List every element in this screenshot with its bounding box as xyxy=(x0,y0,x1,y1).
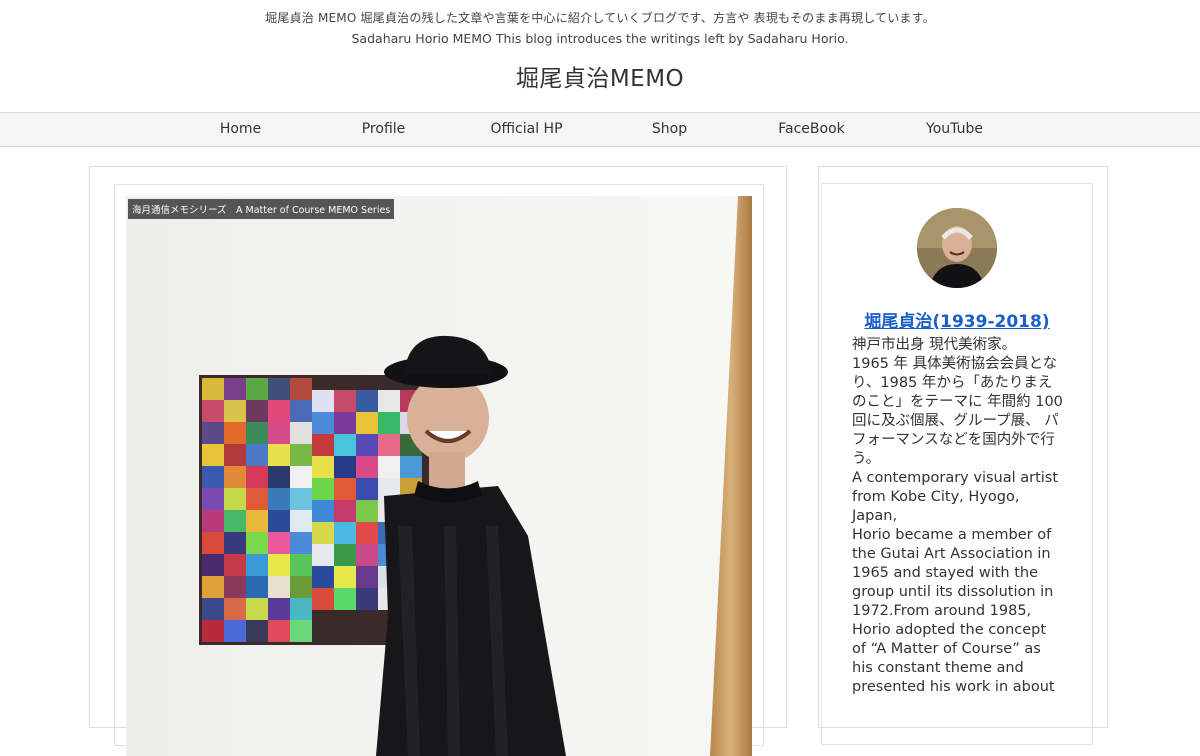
post-thumbnail[interactable]: 海月通信メモシリーズ A Matter of Course MEMO Serie… xyxy=(126,196,752,756)
tagline-english: Sadaharu Horio MEMO This blog introduces… xyxy=(351,31,849,46)
profile-name-link[interactable]: 堀尾貞治(1939-2018) xyxy=(822,307,1092,332)
avatar-image xyxy=(917,208,997,288)
sidebar: 堀尾貞治(1939-2018) 神戸市出身 現代美術家。 1965 年 具体美術… xyxy=(818,166,1108,745)
profile-desc-line: 1965 年 具体美術協会会員となり、1985 年から「あたりまえのこと」をテー… xyxy=(852,356,1063,467)
nav-item-official-hp[interactable]: Official HP xyxy=(455,113,598,146)
nav-item-facebook[interactable]: FaceBook xyxy=(740,113,883,146)
nav-item-profile[interactable]: Profile xyxy=(312,113,455,146)
profile-widget: 堀尾貞治(1939-2018) 神戸市出身 現代美術家。 1965 年 具体美術… xyxy=(821,183,1093,745)
artist-photo xyxy=(126,196,752,756)
nav-item-shop[interactable]: Shop xyxy=(598,113,741,146)
nav-item-youtube[interactable]: YouTube xyxy=(883,113,1026,146)
avatar xyxy=(917,208,997,288)
nav-item-home[interactable]: Home xyxy=(169,113,312,146)
profile-desc-line: A contemporary visual artist from Kobe C… xyxy=(852,470,1059,524)
profile-desc-line: Horio became a member of the Gutai Art A… xyxy=(852,527,1055,695)
category-tag[interactable]: 海月通信メモシリーズ A Matter of Course MEMO Serie… xyxy=(128,199,395,219)
main-content: 海月通信メモシリーズ A Matter of Course MEMO Serie… xyxy=(89,166,787,756)
site-header: 堀尾貞治 MEMO 堀尾貞治の残した文章や言葉を中心に紹介していくブログです、方… xyxy=(0,0,1200,112)
post-card[interactable]: 海月通信メモシリーズ A Matter of Course MEMO Serie… xyxy=(114,184,764,756)
tagline-japanese: 堀尾貞治 MEMO 堀尾貞治の残した文章や言葉を中心に紹介していくブログです、方… xyxy=(265,11,935,25)
profile-description: 神戸市出身 現代美術家。 1965 年 具体美術協会会員となり、1985 年から… xyxy=(852,336,1064,697)
global-nav: Home Profile Official HP Shop FaceBook Y… xyxy=(0,112,1200,147)
site-title[interactable]: 堀尾貞治MEMO xyxy=(0,59,1200,93)
profile-desc-line: 神戸市出身 現代美術家。 xyxy=(852,337,1017,353)
